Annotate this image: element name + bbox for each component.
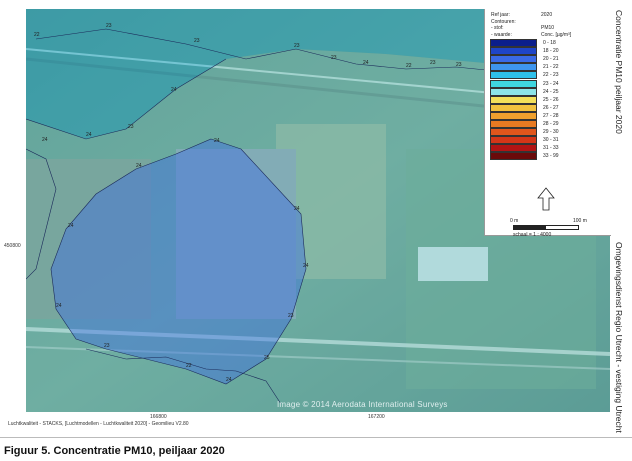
legend-class: 30 - 31	[490, 136, 559, 145]
organisation-name: Omgevingsdienst Regio Utrecht - vestigin…	[614, 242, 624, 433]
legend-swatch	[490, 144, 537, 153]
contour-label: 23	[288, 313, 294, 319]
legend-swatch	[490, 128, 537, 137]
legend-class: 26 - 27	[490, 103, 559, 112]
legend-meta-key: - waarde:	[491, 31, 512, 38]
legend-class-label: 31 - 33	[543, 145, 559, 152]
legend-swatch	[490, 39, 537, 48]
legend-swatch	[490, 87, 537, 96]
legend-swatch	[490, 63, 537, 72]
legend-class-label: 21 - 22	[543, 64, 559, 71]
contour-label: 24	[363, 60, 369, 66]
legend-swatch	[490, 136, 537, 145]
legend-class-label: 33 - 99	[543, 153, 559, 160]
figure: 22 23 23 23 23 24 22 23 23 24 24 23 24 24 23 24 24 24 24 23…	[0, 0, 632, 461]
legend-swatch	[490, 79, 537, 88]
contour-label: 23	[294, 43, 300, 49]
scale-ratio: schaal = 1 : 4000	[513, 232, 552, 238]
y-tick-label: 450800	[4, 243, 21, 249]
contour-label: 23	[104, 343, 110, 349]
legend-class-label: 30 - 31	[543, 137, 559, 144]
contour-label: 24	[56, 303, 62, 309]
contour-label: 24	[214, 138, 220, 144]
legend-meta: Ref jaar: 2020 Contouren: - stof: PM10- waar…	[491, 12, 607, 38]
legend-meta-value: Conc. [µg/m³]	[541, 31, 572, 38]
legend-class-label: 26 - 27	[543, 104, 559, 111]
contour-label: 24	[86, 132, 92, 138]
legend-meta-row: - waarde: Conc. [µg/m³]	[491, 32, 607, 39]
legend-class: 18 - 20	[490, 47, 559, 56]
legend-class-label: 25 - 26	[543, 96, 559, 103]
legend-class: 22 - 23	[490, 71, 559, 80]
contour-label: 24	[136, 163, 142, 169]
legend-class-label: 22 - 23	[543, 72, 559, 79]
scale-bar: 0 m 100 m schaal = 1 : 4000	[510, 218, 589, 238]
contour-label: 24	[226, 377, 232, 383]
divider	[0, 437, 632, 438]
source-credit: Luchtkwaliteit - STACKS, [Luchtmodellen …	[8, 421, 189, 427]
legend-class-label: 18 - 20	[543, 48, 559, 55]
legend-swatch	[490, 47, 537, 56]
contour-label: 22	[186, 363, 192, 369]
legend-class-label: 0 - 18	[543, 40, 556, 47]
contour-label: 23	[106, 23, 112, 29]
legend: Ref jaar: 2020 Contouren: - stof: PM10- waar…	[484, 9, 611, 238]
imagery-watermark: Image © 2014 Aerodata International Surv…	[277, 400, 448, 409]
contour-label: 23	[128, 124, 134, 130]
contour-label: 24	[42, 137, 48, 143]
legend-class: 27 - 28	[490, 111, 559, 120]
x-tick-label: 166800	[150, 414, 167, 420]
legend-class: 33 - 99	[490, 152, 559, 161]
legend-classes: 0 - 18 18 - 20 20 - 21 21 - 22 22 - 23 23 - 2…	[490, 39, 559, 161]
legend-swatch	[490, 152, 537, 161]
north-arrow-icon	[537, 187, 555, 211]
map-title: Concentratie PM10 peiljaar 2020	[614, 10, 624, 134]
legend-swatch	[490, 95, 537, 104]
legend-swatch	[490, 103, 537, 112]
contour-label: 23	[430, 60, 436, 66]
legend-class: 20 - 21	[490, 55, 559, 64]
legend-swatch	[490, 71, 537, 80]
legend-class: 24 - 25	[490, 87, 559, 96]
legend-class: 21 - 22	[490, 63, 559, 72]
contour-label: 22	[406, 63, 412, 69]
legend-class-label: 27 - 28	[543, 112, 559, 119]
contour-label: 24	[294, 206, 300, 212]
legend-swatch	[490, 55, 537, 64]
contour-label: 25	[264, 355, 270, 361]
legend-meta-value: 2020	[541, 12, 553, 18]
contour-label: 24	[68, 223, 74, 229]
scale-end: 100 m	[573, 218, 587, 224]
legend-class: 25 - 26	[490, 95, 559, 104]
legend-swatch	[490, 111, 537, 120]
x-tick-label: 167200	[368, 414, 385, 420]
legend-class: 29 - 30	[490, 128, 559, 137]
legend-class-label: 20 - 21	[543, 56, 559, 63]
legend-class-label: 28 - 29	[543, 120, 559, 127]
scale-zero: 0 m	[510, 218, 519, 224]
legend-class-label: 29 - 30	[543, 129, 559, 136]
contour-label: 24	[171, 87, 177, 93]
legend-class-label: 24 - 25	[543, 88, 559, 95]
contour-label: 23	[331, 55, 337, 61]
contour-label: 23	[194, 38, 200, 44]
legend-swatch	[490, 119, 537, 128]
contour-label: 23	[456, 62, 462, 68]
legend-class-label: 23 - 24	[543, 80, 559, 87]
figure-caption: Figuur 5. Concentratie PM10, peiljaar 20…	[4, 445, 225, 457]
legend-class: 0 - 18	[490, 39, 559, 48]
contour-label: 24	[303, 263, 309, 269]
contour-label: 22	[34, 32, 40, 38]
legend-class: 28 - 29	[490, 119, 559, 128]
legend-class: 31 - 33	[490, 144, 559, 153]
legend-class: 23 - 24	[490, 79, 559, 88]
